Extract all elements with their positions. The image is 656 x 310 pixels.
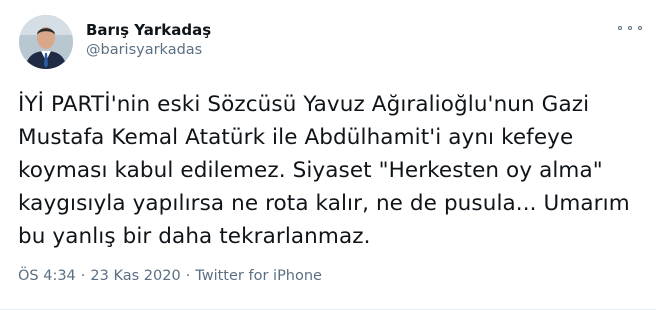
dot-icon [618,26,622,30]
meta-separator: · [185,268,191,284]
more-options-icon[interactable] [618,20,642,36]
avatar[interactable] [19,15,73,69]
tweet-card: Barış Yarkadaş @barisyarkadas İYİ PARTİ'… [0,0,656,310]
tweet-source[interactable]: Twitter for iPhone [195,268,322,284]
meta-separator: · [80,268,86,284]
dot-icon [638,26,642,30]
tweet-text: İYİ PARTİ'nin eski Sözcüsü Yavuz Ağırali… [18,92,630,249]
author-handle[interactable]: @barisyarkadas [86,42,202,58]
dot-icon [628,26,632,30]
tweet-meta: ÖS 4:34 · 23 Kas 2020 · Twitter for iPhone [18,268,322,284]
tweet-time[interactable]: ÖS 4:34 [18,268,76,284]
profile-photo-icon [19,15,73,69]
author-name[interactable]: Barış Yarkadaş [86,21,211,39]
tweet-date[interactable]: 23 Kas 2020 [90,268,180,284]
